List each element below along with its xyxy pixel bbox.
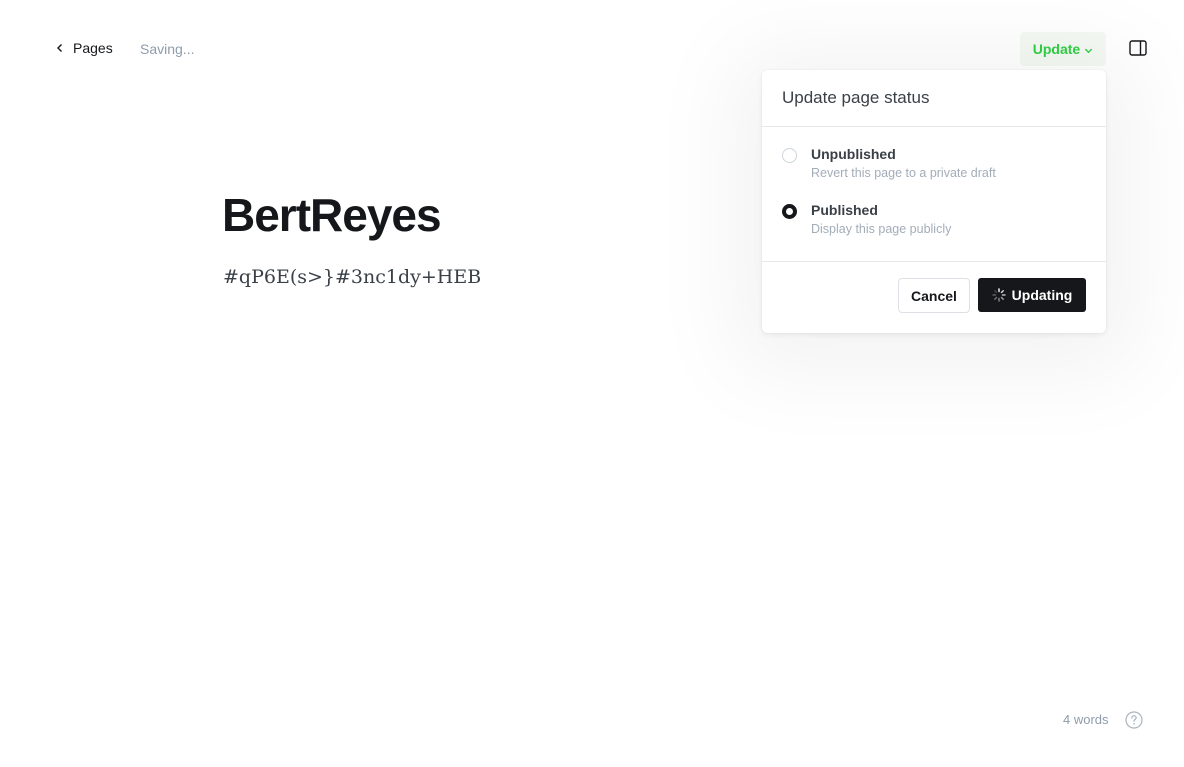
option-label: Published bbox=[811, 202, 878, 218]
page-editor: Pages Saving... Update BertReyes #qP6E(s… bbox=[0, 0, 1184, 767]
help-circle-icon[interactable] bbox=[1125, 711, 1143, 729]
update-confirm-label: Updating bbox=[1011, 287, 1073, 303]
post-body[interactable]: #qP6E(s>}#3nc1dy+HEB bbox=[223, 266, 481, 288]
chevron-down-icon bbox=[1085, 48, 1093, 53]
published-radio[interactable] bbox=[782, 204, 797, 219]
option-unpublished[interactable]: Unpublished Revert this page to a privat… bbox=[782, 145, 1086, 180]
option-published[interactable]: Published Display this page publicly bbox=[782, 201, 1086, 236]
spinner-icon bbox=[991, 288, 1006, 302]
back-to-pages-link[interactable]: Pages bbox=[55, 40, 113, 56]
unpublished-radio[interactable] bbox=[782, 148, 797, 163]
option-description: Display this page publicly bbox=[811, 222, 952, 236]
save-status: Saving... bbox=[140, 41, 195, 57]
update-button-label: Update bbox=[1032, 41, 1081, 57]
popover-title: Update page status bbox=[762, 70, 1106, 127]
option-label: Unpublished bbox=[811, 146, 896, 162]
word-count: 4 words bbox=[1063, 712, 1109, 727]
update-dropdown-button[interactable]: Update bbox=[1020, 32, 1106, 66]
cancel-button[interactable]: Cancel bbox=[898, 278, 970, 313]
update-confirm-button[interactable]: Updating bbox=[978, 278, 1086, 312]
sidebar-toggle-icon[interactable] bbox=[1129, 40, 1147, 56]
back-link-label: Pages bbox=[73, 40, 113, 56]
update-status-popover: Update page status Unpublished Revert th… bbox=[762, 70, 1106, 333]
popover-actions: Cancel Updating bbox=[762, 262, 1106, 313]
chevron-left-icon bbox=[57, 44, 62, 52]
status-options: Unpublished Revert this page to a privat… bbox=[762, 127, 1106, 262]
option-description: Revert this page to a private draft bbox=[811, 166, 996, 180]
post-title[interactable]: BertReyes bbox=[222, 188, 442, 242]
